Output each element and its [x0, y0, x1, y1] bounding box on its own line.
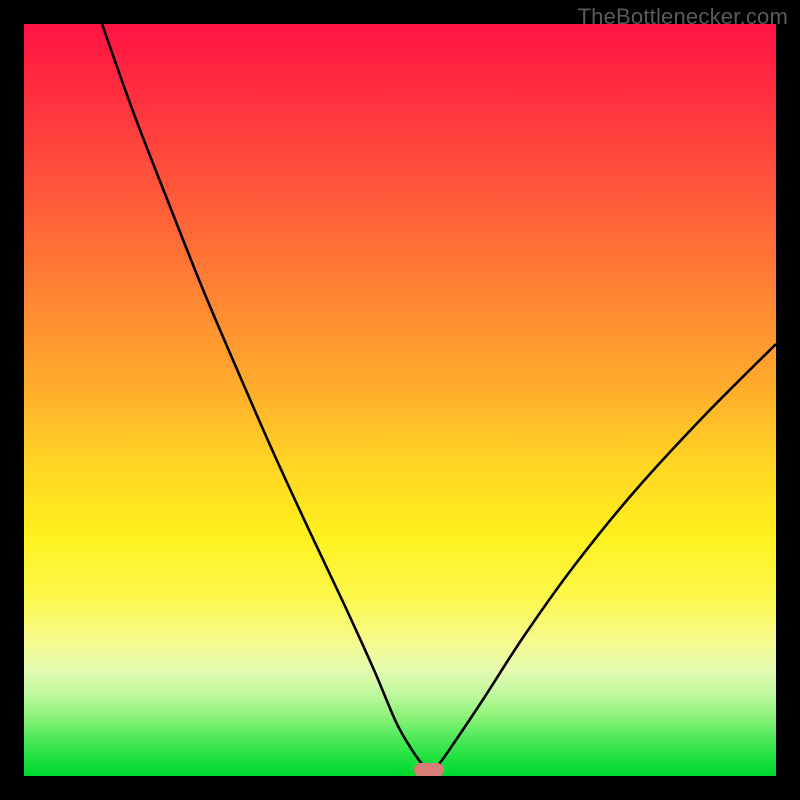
plot-area — [24, 24, 776, 776]
watermark-text: TheBottlenecker.com — [578, 4, 788, 30]
chart-frame: TheBottlenecker.com — [0, 0, 800, 800]
optimal-point-marker — [414, 763, 444, 776]
bottleneck-curve — [24, 24, 776, 776]
bottleneck-curve-line — [102, 24, 776, 772]
